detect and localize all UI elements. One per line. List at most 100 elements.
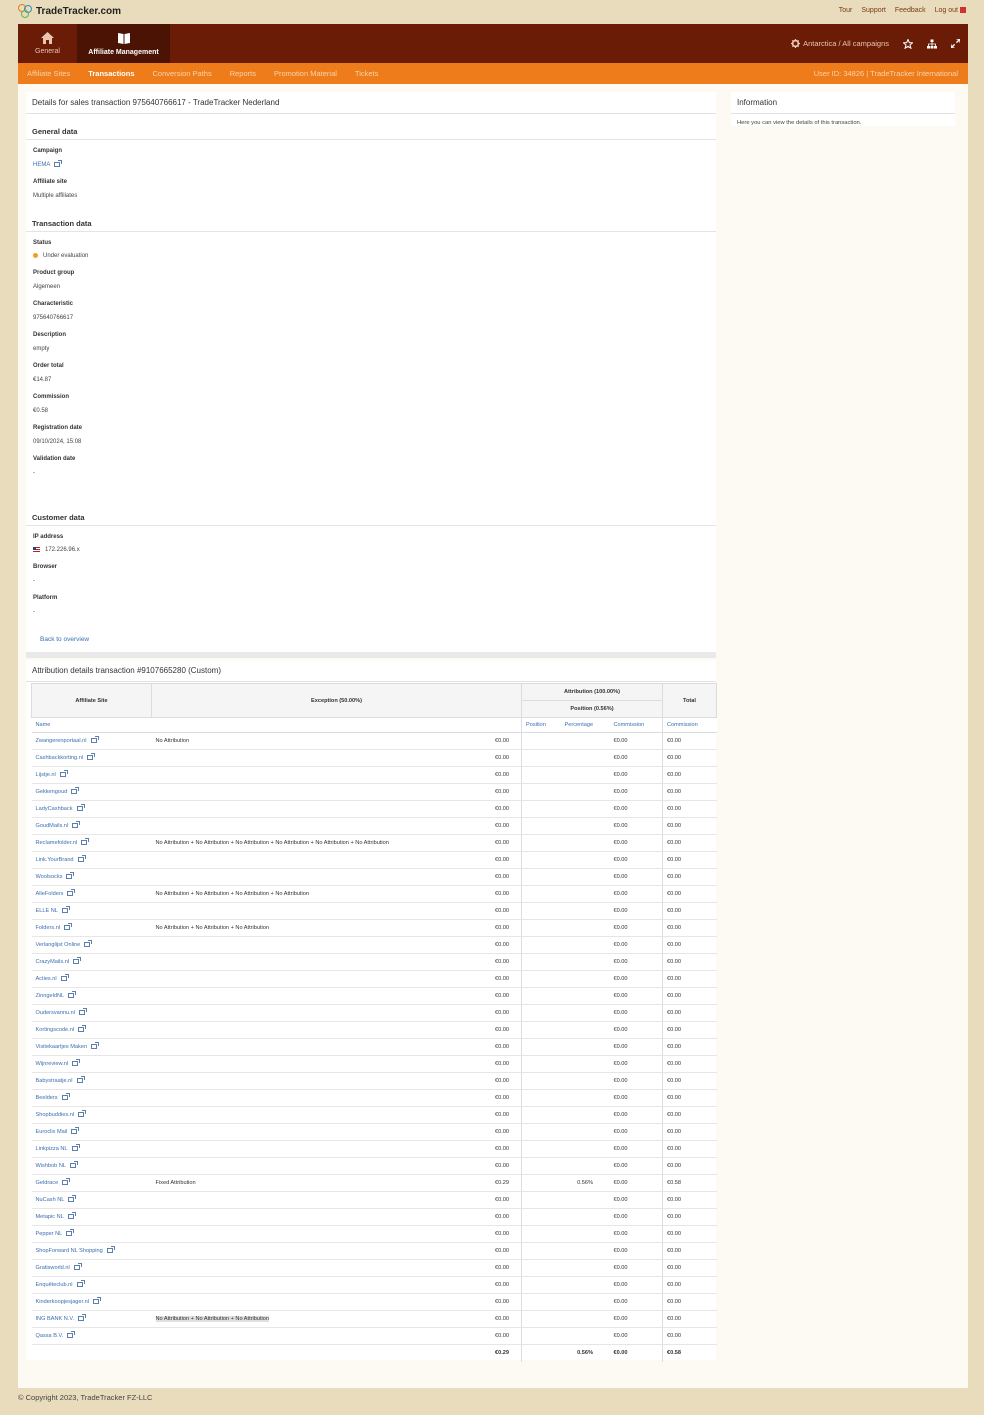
external-link-icon[interactable] (78, 1314, 87, 1322)
external-link-icon[interactable] (71, 1127, 80, 1135)
affiliate-site-link[interactable]: Babystraatje.nl (36, 1078, 73, 1084)
affiliate-site-link[interactable]: ZinngeldNL (36, 993, 65, 999)
logout-link[interactable]: Log out (935, 7, 966, 14)
external-link-icon[interactable] (77, 855, 86, 863)
affiliate-site-link[interactable]: Metapic NL (36, 1214, 64, 1220)
affiliate-site-link[interactable]: Linkpizza NL (36, 1146, 68, 1152)
external-link-icon[interactable] (84, 940, 93, 948)
affiliate-site-link[interactable]: Shopbuddies.nl (36, 1112, 75, 1118)
affiliate-site-link[interactable]: Kortingscode.nl (36, 1027, 75, 1033)
external-link-icon[interactable] (67, 1212, 76, 1220)
external-link-icon[interactable] (71, 1144, 80, 1152)
external-link-icon[interactable] (54, 160, 63, 167)
subtab-conversion-paths[interactable]: Conversion Paths (153, 69, 212, 78)
affiliate-site-link[interactable]: Wijnreview.nl (36, 1061, 69, 1067)
external-link-icon[interactable] (68, 991, 77, 999)
subtab-tickets[interactable]: Tickets (355, 69, 378, 78)
subtab-promotion-material[interactable]: Promotion Material (274, 69, 337, 78)
external-link-icon[interactable] (72, 1059, 81, 1067)
affiliate-site-link[interactable]: Euroclix Mail (36, 1129, 68, 1135)
affiliate-site-link[interactable]: Cashbackkorting.nl (36, 755, 84, 761)
external-link-icon[interactable] (72, 821, 81, 829)
external-link-icon[interactable] (76, 1076, 85, 1084)
affiliate-site-link[interactable]: Kinderkoopjesjager.nl (36, 1299, 90, 1305)
tour-link[interactable]: Tour (839, 7, 853, 14)
affiliate-site-link[interactable]: Gekkengoud (36, 789, 68, 795)
affiliate-site-link[interactable]: ELLE NL (36, 908, 58, 914)
external-link-icon[interactable] (67, 1331, 76, 1339)
affiliate-site-link[interactable]: Zwangerenportaal.nl (36, 738, 87, 744)
exception-header: Exception (50.00%) (151, 683, 522, 718)
external-link-icon[interactable] (76, 1280, 85, 1288)
total-commission-column-header[interactable]: Commission (662, 717, 717, 733)
campaign-link[interactable]: HEMA (33, 162, 50, 168)
affiliate-site-link[interactable]: Oudersvannu.nl (36, 1010, 76, 1016)
affiliate-site-link[interactable]: Beelders (36, 1095, 58, 1101)
expand-icon[interactable] (951, 39, 960, 48)
external-link-icon[interactable] (61, 1093, 70, 1101)
tradetracker-logo[interactable]: TradeTracker.com (18, 4, 121, 19)
affiliate-site-link[interactable]: GoudMails.nl (36, 823, 69, 829)
external-link-icon[interactable] (106, 1246, 115, 1254)
name-column-header[interactable]: Name (31, 717, 522, 733)
subtab-affiliate-sites[interactable]: Affiliate Sites (27, 69, 70, 78)
affiliate-site-link[interactable]: Folders.nl (36, 925, 61, 931)
affiliate-site-link[interactable]: Qassa B.V. (36, 1333, 64, 1339)
affiliate-site-link[interactable]: CrazyMails.nl (36, 959, 70, 965)
external-link-icon[interactable] (71, 787, 80, 795)
affiliate-site-link[interactable]: Lijstje.nl (36, 772, 56, 778)
external-link-icon[interactable] (60, 974, 69, 982)
external-link-icon[interactable] (91, 1042, 100, 1050)
affiliate-site-link[interactable]: Wishbob NL (36, 1163, 66, 1169)
support-link[interactable]: Support (861, 7, 886, 14)
affiliate-site-link[interactable]: Gratisworld.nl (36, 1265, 70, 1271)
position-column-header[interactable]: Position (521, 717, 561, 733)
logout-link-label[interactable]: Log out (935, 7, 958, 14)
external-link-icon[interactable] (59, 770, 68, 778)
external-link-icon[interactable] (64, 923, 73, 931)
external-link-icon[interactable] (76, 804, 85, 812)
affiliate-site-link[interactable]: Enquêteclub.nl (36, 1282, 73, 1288)
affiliate-site-link[interactable]: Woolsocks (36, 874, 63, 880)
star-icon[interactable] (903, 38, 913, 49)
external-link-icon[interactable] (87, 753, 96, 761)
sitemap-icon[interactable] (927, 39, 937, 49)
external-link-icon[interactable] (73, 957, 82, 965)
affiliate-site-link[interactable]: Geldrace (36, 1180, 59, 1186)
affiliate-site-link[interactable]: Acties.nl (36, 976, 57, 982)
external-link-icon[interactable] (66, 1229, 75, 1237)
logout-icon[interactable] (960, 7, 966, 14)
external-link-icon[interactable] (73, 1263, 82, 1271)
external-link-icon[interactable] (78, 1025, 87, 1033)
tab-general[interactable]: General (18, 24, 77, 63)
affiliate-site-link[interactable]: ShopForward NL Shopping (36, 1248, 103, 1254)
affiliate-site-link[interactable]: Reclamefolder.nl (36, 840, 78, 846)
feedback-link[interactable]: Feedback (895, 7, 926, 14)
external-link-icon[interactable] (81, 838, 90, 846)
external-link-icon[interactable] (93, 1297, 101, 1305)
external-link-icon[interactable] (90, 736, 99, 744)
external-link-icon[interactable] (62, 1178, 71, 1186)
affiliate-site-link[interactable]: ING BANK N.V. (36, 1316, 75, 1322)
percentage-column-header[interactable]: Percentage (560, 717, 610, 733)
external-link-icon[interactable] (66, 872, 75, 880)
external-link-icon[interactable] (78, 1110, 87, 1118)
external-link-icon[interactable] (68, 1195, 77, 1203)
subtab-reports[interactable]: Reports (230, 69, 256, 78)
affiliate-site-link[interactable]: Visitekaartjes Maken (36, 1044, 88, 1050)
affiliate-site-link[interactable]: NuCash NL (36, 1197, 65, 1203)
external-link-icon[interactable] (67, 889, 76, 897)
tab-affiliate-management[interactable]: Affiliate Management (77, 24, 170, 63)
subtab-transactions[interactable]: Transactions (88, 69, 134, 78)
affiliate-site-link[interactable]: LadyCashback (36, 806, 73, 812)
external-link-icon[interactable] (79, 1008, 87, 1016)
commission-column-header[interactable]: Commission (609, 717, 663, 733)
affiliate-site-link[interactable]: Verlanglijst Online (36, 942, 81, 948)
external-link-icon[interactable] (69, 1161, 78, 1169)
affiliate-site-link[interactable]: AlleFolders (36, 891, 64, 897)
campaign-selector[interactable]: Antarctica / All campaigns (791, 39, 889, 48)
affiliate-site-link[interactable]: Link.YourBrand (36, 857, 74, 863)
back-to-overview-link[interactable]: Back to overview (40, 636, 89, 643)
affiliate-site-link[interactable]: Pepper NL (36, 1231, 63, 1237)
external-link-icon[interactable] (61, 906, 70, 914)
